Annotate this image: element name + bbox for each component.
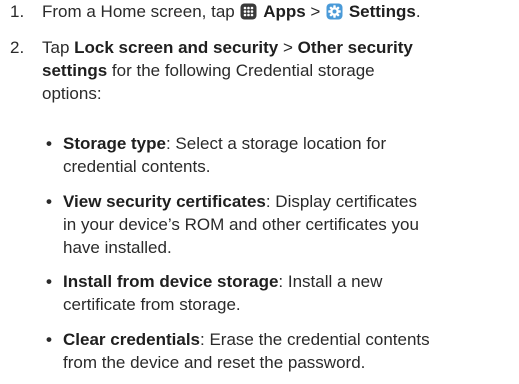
bullet-line: : Select a storage location for — [165, 134, 387, 153]
bullet-line: in your device’s ROM and other certifica… — [63, 215, 419, 234]
apps-label: Apps — [263, 2, 306, 21]
step-text: Tap Lock screen and security > Other sec… — [42, 36, 512, 105]
step-1-suffix: . — [415, 2, 421, 21]
bullet-dot: • — [46, 272, 52, 291]
bullet-line: certificate from storage. — [63, 295, 241, 314]
other-security-label: Other security — [297, 38, 413, 57]
step-1-separator: > — [305, 2, 326, 21]
bullet-title: Clear credentials — [63, 330, 201, 349]
bullet-text: Clear credentials: Erase the credential … — [63, 328, 508, 374]
bullet-dot: • — [46, 134, 52, 153]
bullet-line: credential contents. — [63, 157, 211, 176]
step-1-prefix: From a Home screen, tap — [42, 2, 240, 21]
bullet-line: have installed. — [63, 238, 172, 257]
step-2-prefix: Tap — [42, 38, 75, 57]
instructions-page: 1. From a Home screen, tap Apps > Settin… — [0, 0, 519, 384]
bullet-text: View security certificates: Display cert… — [63, 190, 508, 259]
bullet-title: View security certificates — [63, 192, 266, 211]
lock-screen-label: Lock screen and security — [74, 38, 279, 57]
step-text: From a Home screen, tap Apps > Settings. — [42, 0, 512, 23]
bullet-text: Storage type: Select a storage location … — [63, 132, 508, 178]
step-2-suffix: for the following Credential storage — [107, 61, 375, 80]
bullet-text: Install from device storage: Install a n… — [63, 270, 508, 316]
bullet-title: Install from device storage — [63, 272, 279, 291]
bullet-line: : Display certificates — [265, 192, 418, 211]
apps-grid-icon — [240, 3, 257, 20]
step-number: 2. — [10, 38, 25, 57]
step-number: 1. — [10, 2, 25, 21]
bullet-dot: • — [46, 330, 52, 349]
settings-gear-icon — [326, 3, 343, 20]
bullet-title: Storage type — [63, 134, 166, 153]
bullet-line: from the device and reset the password. — [63, 353, 366, 372]
settings-label: Settings — [348, 2, 416, 21]
step-2-separator: > — [278, 38, 298, 57]
step-2-suffix-2: options: — [42, 84, 102, 103]
bullet-line: : Install a new — [278, 272, 383, 291]
settings-word: settings — [42, 61, 108, 80]
bullet-line: : Erase the credential contents — [200, 330, 430, 349]
bullet-dot: • — [46, 192, 52, 211]
